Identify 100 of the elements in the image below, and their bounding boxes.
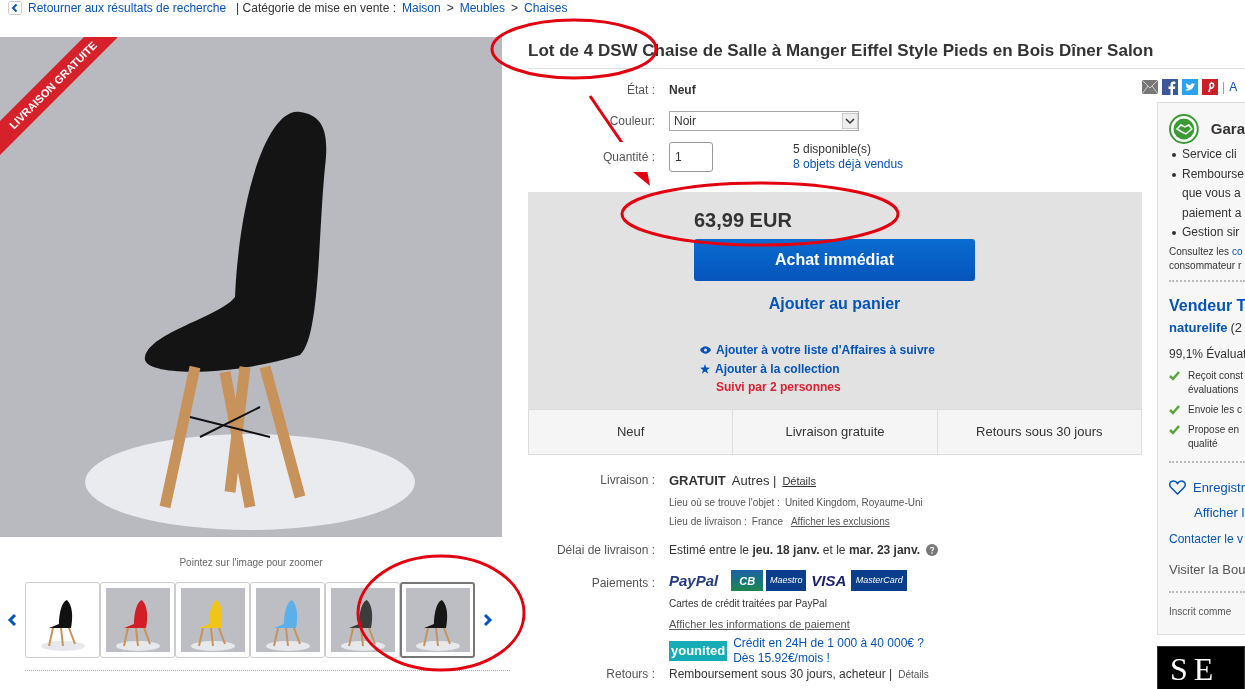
- shipping-service: Autres |: [731, 472, 777, 490]
- contact-seller-link[interactable]: Contacter le v: [1169, 529, 1245, 548]
- seller-feature-text: Reçoit const: [1188, 368, 1244, 383]
- bullet-text: Service cli: [1182, 146, 1237, 163]
- store-link[interactable]: Visiter la Bou: [1169, 559, 1245, 579]
- bullet-icon: [1172, 231, 1176, 235]
- seller-member-text: Inscrit comme: [1169, 605, 1233, 619]
- chair-drawing: [405, 588, 470, 652]
- thumbnail[interactable]: [100, 582, 175, 658]
- chair-drawing: [330, 588, 395, 652]
- details-link[interactable]: Détails: [898, 667, 929, 682]
- chair-drawing: [180, 588, 245, 652]
- bullet-icon: [1172, 153, 1176, 157]
- highlight-cell-text: Neuf: [615, 423, 646, 442]
- eye-icon: [700, 345, 711, 354]
- save-seller-link[interactable]: Enregistr: [1192, 477, 1245, 497]
- share-link[interactable]: A: [1229, 78, 1238, 96]
- sold-count-link[interactable]: 8 objets déjà vendus: [793, 157, 904, 172]
- location-label: Lieu où se trouve l'objet :: [669, 495, 780, 510]
- bullet-icon: [1172, 172, 1176, 177]
- watch-link[interactable]: Ajouter à la collection: [715, 359, 840, 378]
- location-value: United Kingdom, Royaume-Uni: [784, 495, 923, 510]
- chair-drawing: [255, 588, 320, 652]
- seller-feature-text: qualité: [1188, 436, 1219, 451]
- breadcrumb-link[interactable]: Maison: [402, 2, 441, 14]
- thumbnail[interactable]: [25, 582, 100, 658]
- guarantee-note: Consultez les: [1169, 244, 1230, 259]
- feedback-count: (2: [1230, 319, 1243, 336]
- seller-items-link[interactable]: Afficher l: [1194, 503, 1245, 523]
- pinterest-icon[interactable]: [1202, 79, 1218, 95]
- bullet-text: paiement a: [1182, 204, 1243, 222]
- watch-link[interactable]: Ajouter à votre liste d'Affaires à suivre: [716, 340, 935, 359]
- field-label: Délai de livraison :: [555, 541, 655, 559]
- check-icon: [1169, 370, 1180, 381]
- highlight-cell: Retours sous 30 jours: [936, 410, 1141, 454]
- breadcrumb-link[interactable]: Retourner aux résultats de recherche: [28, 2, 227, 14]
- thumbnail[interactable]: [250, 582, 325, 658]
- quantity-input[interactable]: 1: [669, 142, 713, 172]
- thumbnail[interactable]: [400, 582, 475, 658]
- help-icon[interactable]: [926, 543, 939, 556]
- details-link[interactable]: Détails: [782, 473, 816, 490]
- chair-drawing: [105, 588, 170, 652]
- price-text: 63,99 EUR: [694, 208, 793, 232]
- card-logo: MasterCard: [851, 570, 908, 592]
- exclusions-link[interactable]: Afficher les exclusions: [790, 513, 890, 529]
- breadcrumb-text: >: [511, 2, 519, 14]
- seller-feature-text: évaluations: [1188, 382, 1240, 397]
- condition-value: Neuf: [669, 82, 697, 99]
- guarantee-note: consommateur r: [1169, 258, 1243, 273]
- payment-note: Cartes de crédit traitées par PayPal: [669, 597, 828, 611]
- breadcrumb-text: | Catégorie de mise en vente :: [236, 2, 396, 14]
- breadcrumb-text: >: [446, 2, 454, 14]
- bullet-text: Rembourse: [1182, 165, 1245, 183]
- field-label: Retours :: [605, 666, 655, 682]
- highlight-cell: Livraison gratuite: [732, 410, 937, 454]
- field-label: Couleur:: [608, 113, 655, 130]
- bullet-text: que vous a: [1182, 185, 1242, 202]
- seller-feature-text: Propose en: [1188, 422, 1240, 437]
- breadcrumb-link[interactable]: Meubles: [459, 2, 506, 14]
- chevron-right-icon[interactable]: [483, 613, 493, 627]
- guarantee-title: Gara: [1210, 118, 1245, 139]
- credit-offer-text: Crédit en 24H de 1 000 à 40 000€ ?: [733, 635, 924, 651]
- availability-text: 5 disponible(s): [793, 142, 873, 157]
- delivery-estimate: Estimé entre le jeu. 18 janv. et le mar. 23 janv.: [669, 541, 921, 559]
- seller-name-link[interactable]: naturelife: [1169, 319, 1228, 336]
- field-label: Livraison :: [599, 472, 655, 489]
- zoom-hint: Pointez sur l'image pour zoomer: [178, 556, 324, 570]
- promo-banner[interactable]: SE: [1157, 646, 1245, 689]
- card-logo: CB: [731, 570, 764, 592]
- facebook-icon[interactable]: [1162, 79, 1178, 95]
- shipping-cost: GRATUIT: [669, 472, 726, 490]
- watchers-text: Suivi par 2 personnes: [716, 379, 842, 396]
- destination-label: Lieu de livraison :: [669, 514, 747, 529]
- check-icon: [1169, 404, 1180, 415]
- dropdown-arrow-icon[interactable]: [842, 113, 858, 129]
- field-label: Paiements :: [590, 574, 655, 592]
- younited-logo: younited: [669, 640, 728, 661]
- handshake-icon: [1169, 114, 1199, 144]
- paypal-logo: PayPal: [669, 570, 719, 591]
- add-to-cart-link[interactable]: Ajouter au panier: [768, 292, 901, 316]
- breadcrumb-link[interactable]: Chaises: [524, 2, 568, 14]
- check-icon: [1169, 424, 1180, 435]
- star-icon: [700, 363, 710, 374]
- heart-icon[interactable]: [1169, 479, 1186, 495]
- thumbnail[interactable]: [175, 582, 250, 658]
- credit-offer-text: Dès 15.92€/mois !: [733, 650, 831, 666]
- thumbnail[interactable]: [325, 582, 400, 658]
- bullet-text: Gestion sir: [1182, 224, 1240, 241]
- card-logo: VISA: [810, 570, 848, 591]
- returns-text: Remboursement sous 30 jours, acheteur |: [669, 666, 893, 681]
- guarantee-link[interactable]: co: [1232, 244, 1243, 259]
- seller-feature-text: Envoie les c: [1188, 402, 1242, 417]
- destination-value: France: [751, 514, 783, 529]
- color-dropdown[interactable]: Noir: [669, 111, 859, 131]
- email-icon[interactable]: [1142, 80, 1158, 94]
- chevron-left-icon[interactable]: [7, 613, 17, 627]
- field-label: État :: [626, 81, 655, 99]
- card-logo: Maestro: [766, 570, 807, 592]
- payment-info-link[interactable]: Afficher les informations de paiement: [669, 616, 850, 633]
- buy-now-button[interactable]: Achat immédiat: [694, 239, 975, 281]
